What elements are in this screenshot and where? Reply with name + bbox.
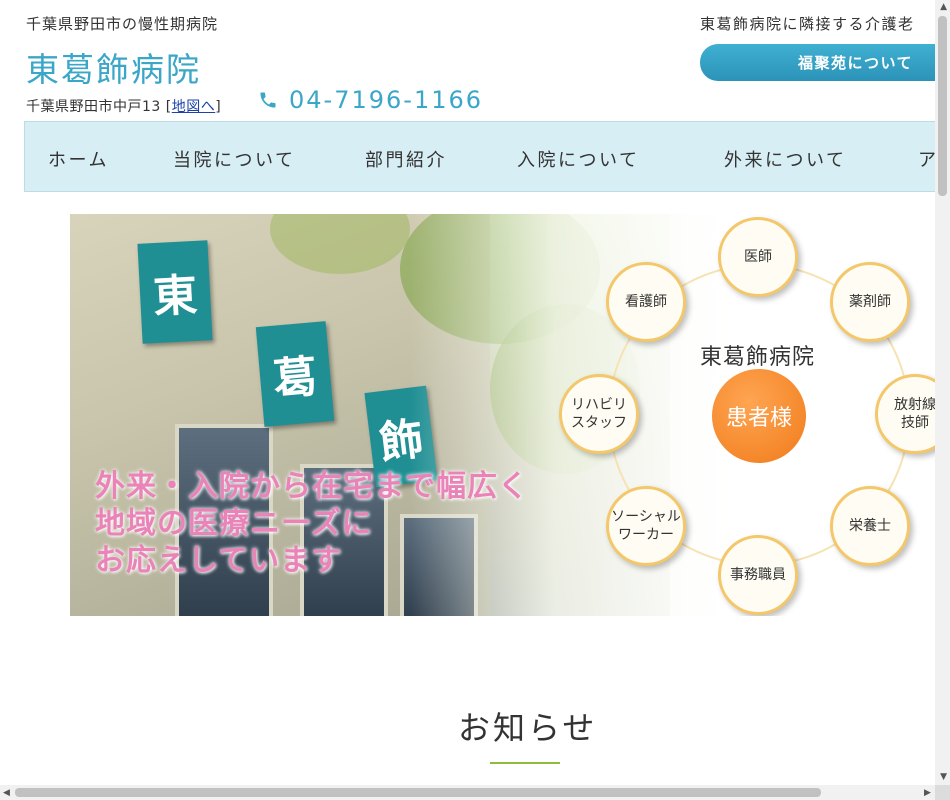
news-heading: お知らせ	[458, 709, 598, 747]
nav-item-outpatient[interactable]: 外来について	[724, 146, 846, 172]
hero-copy-line: 地域の医療ニーズに	[95, 506, 373, 541]
phone-number[interactable]: 04-7196-1166	[258, 86, 483, 114]
patient-circle: 患者様	[712, 369, 806, 463]
hero-banner: 東 葛 飾 外来・入院から在宅まで幅広く 地域の医療ニーズに お応えしています …	[70, 214, 950, 616]
phone-text: 04-7196-1166	[289, 86, 484, 114]
building-sign: 葛	[255, 321, 335, 427]
vertical-scroll-thumb[interactable]	[938, 16, 947, 196]
role-social-worker: ソーシャル ワーカー	[606, 486, 686, 566]
phone-icon	[260, 92, 276, 108]
nav-item-inpatient[interactable]: 入院について	[517, 146, 639, 172]
role-rehab: リハビリ スタッフ	[559, 374, 639, 454]
role-office-staff: 事務職員	[718, 535, 798, 615]
team-diagram: 医師 薬剤師 放射線 技師 栄養士 事務職員 ソーシャル ワーカー リハビリ ス…	[559, 214, 950, 616]
diagram-center-label: 東葛飾病院	[700, 345, 816, 370]
hero-copy-line: お応えしています	[95, 543, 343, 578]
map-link[interactable]: 地図へ	[172, 99, 216, 115]
role-doctor: 医師	[718, 217, 798, 297]
news-underline	[490, 762, 560, 764]
role-nurse: 看護師	[606, 262, 686, 342]
site-tagline: 千葉県野田市の慢性期病院	[26, 15, 219, 33]
building-sign: 東	[137, 240, 213, 344]
hospital-logo[interactable]: 東葛飾病院	[26, 43, 201, 91]
address-text: 千葉県野田市中戸13	[26, 99, 161, 115]
nav-item-departments[interactable]: 部門紹介	[365, 146, 447, 172]
scrollbar-corner	[935, 785, 950, 800]
global-nav: ホーム 当院について 部門紹介 入院について 外来について ア	[24, 121, 950, 192]
hero-copy: 外来・入院から在宅まで幅広く 地域の医療ニーズに お応えしています	[95, 468, 529, 579]
fukuju-button[interactable]: 福聚苑について	[700, 44, 950, 81]
address: 千葉県野田市中戸13 [地図へ]	[26, 96, 221, 116]
bracket-close: ]	[215, 99, 222, 115]
scroll-right-arrow[interactable]: ▶	[924, 788, 931, 798]
scroll-up-arrow[interactable]: ▲	[940, 2, 947, 12]
horizontal-scroll-thumb[interactable]	[15, 788, 821, 797]
role-pharmacist: 薬剤師	[830, 262, 910, 342]
hero-copy-line: 外来・入院から在宅まで幅広く	[95, 469, 529, 504]
nav-item-about[interactable]: 当院について	[173, 146, 295, 172]
scroll-down-arrow[interactable]: ▼	[940, 772, 947, 782]
nav-item-home[interactable]: ホーム	[48, 146, 109, 172]
role-nutritionist: 栄養士	[830, 486, 910, 566]
scroll-left-arrow[interactable]: ◀	[3, 788, 10, 798]
neighbor-facility-text: 東葛飾病院に隣接する介護老	[700, 15, 915, 33]
